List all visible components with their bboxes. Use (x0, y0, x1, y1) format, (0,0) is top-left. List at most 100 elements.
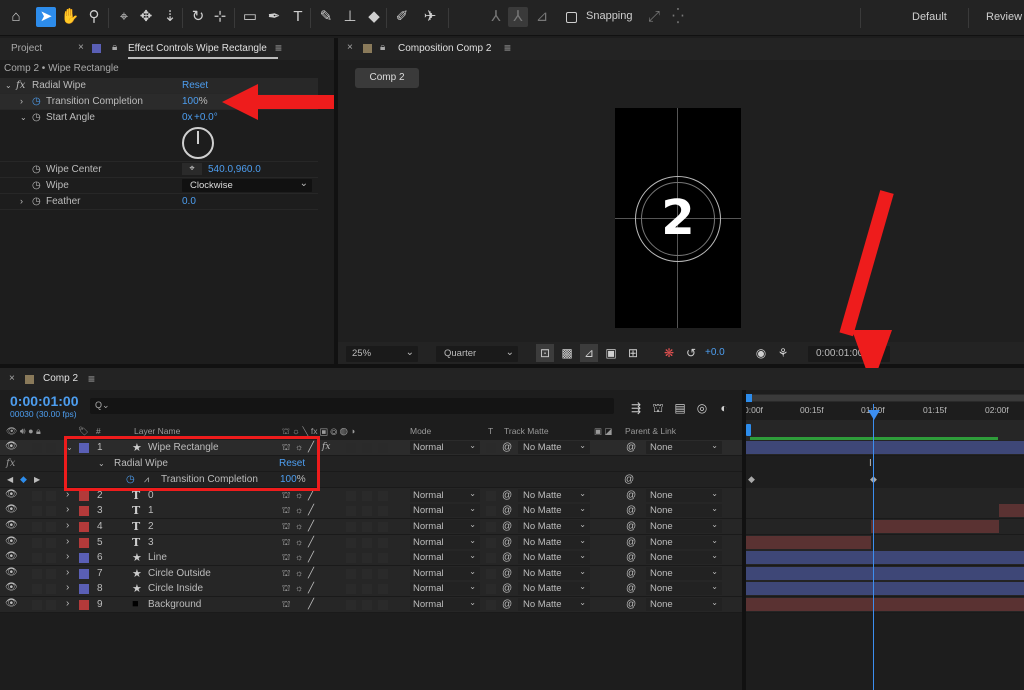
shy-switch-icon[interactable]: ⛫ (282, 490, 290, 502)
puppet-pin-tool-icon[interactable]: ✈ (420, 7, 440, 27)
layer-name[interactable]: Circle Inside (148, 583, 203, 594)
lock-toggle[interactable] (46, 600, 56, 610)
transparency-grid-icon[interactable]: ▩ (558, 344, 576, 362)
visibility-eye-icon[interactable]: 👁︎ (5, 551, 18, 562)
parent-dropdown[interactable]: None ⌄ (646, 520, 722, 533)
start-angle-revolutions[interactable]: 0x (182, 112, 193, 123)
rotation-tool-icon[interactable]: ↻ (188, 7, 208, 27)
solo-toggle[interactable] (32, 506, 42, 516)
visibility-eye-icon[interactable]: 👁︎ (5, 598, 18, 609)
parent-pick-whip-icon[interactable]: @ (626, 552, 636, 563)
prev-keyframe-icon[interactable]: ◀ (7, 475, 13, 484)
solo-toggle[interactable] (32, 491, 42, 501)
collapse-switch-icon[interactable]: ☼ (295, 521, 303, 531)
track-matte-dropdown[interactable]: No Matte ⌄ (518, 536, 590, 549)
layer-label-color[interactable] (79, 491, 89, 501)
quality-switch-icon[interactable]: ╱ (308, 490, 314, 501)
crosshair-icon[interactable]: ⌖ (182, 163, 202, 175)
parent-pick-whip-icon[interactable]: @ (626, 537, 636, 548)
switch-box[interactable] (362, 538, 372, 548)
parent-dropdown[interactable]: None ⌄ (646, 504, 722, 517)
dolly-camera-icon[interactable]: ⇣ (160, 7, 180, 27)
stopwatch-icon[interactable]: ◷ (32, 196, 41, 207)
angle-dial[interactable] (182, 127, 214, 159)
wipe-dropdown[interactable]: Clockwise ⌄ (182, 178, 312, 192)
layer-duration-bar[interactable] (746, 598, 1024, 611)
solo-toggle[interactable] (32, 443, 42, 453)
timeline-timecode[interactable]: 0:00:01:00 (10, 393, 79, 409)
pick-whip-icon[interactable]: @ (502, 490, 512, 501)
pick-whip-icon[interactable]: @ (502, 568, 512, 579)
layer-label-color[interactable] (79, 569, 89, 579)
pick-whip-icon[interactable]: @ (502, 537, 512, 548)
preserve-transparency-toggle[interactable] (486, 491, 496, 501)
pen-tool-icon[interactable]: ✒ (264, 7, 284, 27)
switch-box[interactable] (346, 584, 356, 594)
mode-dropdown[interactable]: Normal ⌄ (410, 441, 480, 454)
chevron-right-icon[interactable]: › (66, 536, 69, 547)
shy-switch-icon[interactable]: ⛫ (282, 552, 290, 564)
collapse-switch-icon[interactable]: ☼ (295, 490, 303, 500)
transition-completion-value[interactable]: 100% (182, 96, 208, 107)
parent-pick-whip-icon[interactable]: @ (626, 521, 636, 532)
visibility-eye-icon[interactable]: 👁︎ (5, 582, 18, 593)
rectangle-tool-icon[interactable]: ▭ (240, 7, 260, 27)
pick-whip-icon[interactable]: @ (502, 552, 512, 563)
switch-box[interactable] (362, 506, 372, 516)
zoom-tool-icon[interactable]: ⚲ (84, 7, 104, 27)
feather-value[interactable]: 0.0 (182, 196, 196, 207)
solo-toggle[interactable] (32, 569, 42, 579)
layer-label-color[interactable] (79, 506, 89, 516)
solo-toggle[interactable] (32, 584, 42, 594)
close-tab-icon[interactable]: × (9, 373, 15, 384)
chevron-right-icon[interactable]: › (66, 567, 69, 578)
parent-dropdown[interactable]: None ⌄ (646, 582, 722, 595)
shy-switch-icon[interactable]: ⛫ (282, 521, 290, 533)
close-tab-icon[interactable]: × (347, 42, 353, 53)
pick-whip-icon[interactable]: @ (624, 474, 634, 485)
panel-menu-icon[interactable]: ≡ (275, 41, 282, 55)
switch-box[interactable] (362, 443, 372, 453)
switch-box[interactable] (378, 569, 388, 579)
draft-3d-icon[interactable]: ⛫ (648, 398, 668, 418)
snap-edges-icon[interactable]: ⤢ (644, 7, 664, 27)
keyframe-icon[interactable]: ◆ (20, 474, 27, 485)
tab-effect-controls[interactable]: Effect Controls Wipe Rectangle (128, 43, 267, 54)
panel-menu-icon[interactable]: ≡ (504, 41, 511, 55)
layer-duration-bar[interactable] (746, 536, 872, 549)
chevron-down-icon[interactable]: ⌄ (5, 81, 12, 90)
pick-whip-icon[interactable]: @ (502, 583, 512, 594)
view-axis-icon[interactable]: ⊿ (532, 7, 552, 27)
mode-dropdown[interactable]: Normal ⌄ (410, 551, 480, 564)
collapse-switch-icon[interactable]: ☼ (295, 583, 303, 593)
layer-duration-bar[interactable] (746, 582, 1024, 595)
snap-grid-icon[interactable]: ⁛ (668, 7, 688, 27)
shy-switch-icon[interactable]: ⛫ (282, 505, 290, 517)
parent-pick-whip-icon[interactable]: @ (626, 599, 636, 610)
visibility-eye-icon[interactable]: 👁︎ (5, 520, 18, 531)
pan-camera-icon[interactable]: ✥ (136, 7, 156, 27)
snapping-checkbox[interactable] (566, 12, 577, 23)
chevron-right-icon[interactable]: › (20, 196, 23, 206)
layer-row[interactable]: 👁︎ › 5 T 3 ⛫ ☼ ╱ Normal ⌄ @ No Matte ⌄ @ None ⌄ (0, 535, 742, 551)
lock-toggle[interactable] (46, 538, 56, 548)
track-matte-dropdown[interactable]: No Matte ⌄ (518, 520, 590, 533)
mode-dropdown[interactable]: Normal ⌄ (410, 582, 480, 595)
layer-name[interactable]: Background (148, 599, 201, 610)
frame-blending-icon[interactable]: ◎ (692, 398, 712, 418)
brush-tool-icon[interactable]: ✎ (316, 7, 336, 27)
close-tab-icon[interactable]: × (78, 42, 84, 53)
parent-pick-whip-icon[interactable]: @ (626, 490, 636, 501)
work-area-bar[interactable] (746, 394, 1024, 402)
quality-switch-icon[interactable]: ╱ (308, 537, 314, 548)
mode-dropdown[interactable]: Normal ⌄ (410, 489, 480, 502)
lock-toggle[interactable] (46, 443, 56, 453)
snapshot-icon[interactable]: ◉ (752, 344, 770, 362)
lock-icon[interactable]: 🔒︎ (112, 42, 117, 53)
switch-box[interactable] (346, 522, 356, 532)
chevron-right-icon[interactable]: › (66, 551, 69, 562)
mode-dropdown[interactable]: Normal ⌄ (410, 520, 480, 533)
switch-box[interactable] (378, 600, 388, 610)
preserve-transparency-toggle[interactable] (486, 584, 496, 594)
track-matte-dropdown[interactable]: No Matte ⌄ (518, 582, 590, 595)
